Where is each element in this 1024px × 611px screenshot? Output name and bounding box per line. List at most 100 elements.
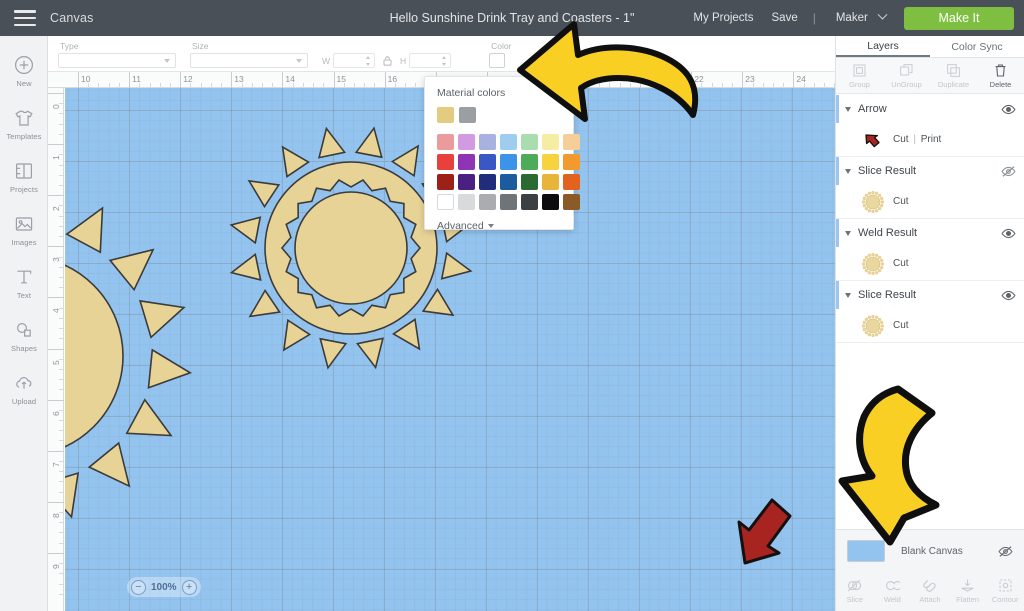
slice-button[interactable]: Slice xyxy=(836,572,874,610)
color-swatch[interactable] xyxy=(563,174,580,190)
eye-icon[interactable] xyxy=(1001,103,1016,116)
color-swatch[interactable] xyxy=(500,134,517,150)
sidebar-item-text[interactable]: Text xyxy=(0,258,48,308)
layer-group[interactable]: Slice Result Cut xyxy=(836,157,1024,219)
canvas-color-swatch[interactable] xyxy=(847,540,885,562)
make-it-button[interactable]: Make It xyxy=(904,6,1014,30)
blank-canvas-row[interactable]: Blank Canvas xyxy=(836,530,1024,572)
color-swatch[interactable] xyxy=(479,134,496,150)
ungroup-button[interactable]: UnGroup xyxy=(883,58,930,93)
color-swatch[interactable] xyxy=(458,194,475,210)
color-swatch[interactable] xyxy=(437,134,454,150)
color-swatch[interactable] xyxy=(542,134,559,150)
layer-operation[interactable]: Cut | Print xyxy=(893,134,941,145)
contour-button[interactable]: Contour xyxy=(986,572,1024,610)
color-swatch[interactable] xyxy=(500,154,517,170)
tab-layers[interactable]: Layers xyxy=(836,36,930,57)
ruler-subtick xyxy=(752,83,754,87)
color-swatch[interactable] xyxy=(563,194,580,210)
size-select[interactable] xyxy=(190,53,308,68)
color-swatch[interactable] xyxy=(521,194,538,210)
caret-down-icon[interactable] xyxy=(845,292,851,298)
color-swatch[interactable] xyxy=(521,134,538,150)
layer-row[interactable]: Cut xyxy=(836,247,1024,280)
layer-header[interactable]: Arrow xyxy=(836,95,1024,123)
layer-group[interactable]: Arrow Cut | Print xyxy=(836,95,1024,157)
layer-header[interactable]: Weld Result xyxy=(836,219,1024,247)
eye-off-icon[interactable] xyxy=(1001,165,1016,178)
color-swatch[interactable] xyxy=(437,194,454,210)
color-swatch-button[interactable] xyxy=(489,53,506,68)
color-swatch[interactable] xyxy=(479,174,496,190)
caret-down-icon[interactable] xyxy=(845,230,851,236)
weld-button[interactable]: Weld xyxy=(874,572,912,610)
height-input[interactable] xyxy=(409,53,452,68)
color-swatch[interactable] xyxy=(500,174,517,190)
eye-off-icon[interactable] xyxy=(998,545,1013,558)
color-swatch[interactable] xyxy=(521,174,538,190)
color-swatch[interactable] xyxy=(458,134,475,150)
layer-group[interactable]: Weld Result Cut xyxy=(836,219,1024,281)
sidebar-item-templates[interactable]: Templates xyxy=(0,99,48,149)
sidebar-item-images[interactable]: Images xyxy=(0,205,48,255)
color-swatch[interactable] xyxy=(563,154,580,170)
zoom-out-button[interactable]: − xyxy=(131,579,146,595)
sidebar-item-projects[interactable]: Projects xyxy=(0,152,48,202)
zoom-in-button[interactable]: + xyxy=(181,579,197,595)
advanced-toggle[interactable]: Advanced xyxy=(437,220,561,232)
height-stepper[interactable] xyxy=(442,56,447,66)
delete-button[interactable]: Delete xyxy=(977,58,1024,93)
eye-icon[interactable] xyxy=(1001,227,1016,240)
type-select[interactable] xyxy=(58,53,176,68)
my-projects-link[interactable]: My Projects xyxy=(684,12,762,24)
color-swatch[interactable] xyxy=(542,194,559,210)
color-swatch[interactable] xyxy=(479,194,496,210)
group-button[interactable]: Group xyxy=(836,58,883,93)
color-swatch[interactable] xyxy=(563,134,580,150)
ruler-subtick xyxy=(59,593,63,595)
recent-swatch-tan[interactable] xyxy=(437,107,454,123)
layer-header[interactable]: Slice Result xyxy=(836,157,1024,185)
layers-list[interactable]: Arrow Cut | Print Slice Result Cut Weld Resu… xyxy=(836,95,1024,529)
duplicate-button[interactable]: Duplicate xyxy=(930,58,977,93)
color-swatch[interactable] xyxy=(437,174,454,190)
sidebar-item-shapes[interactable]: Shapes xyxy=(0,311,48,361)
caret-down-icon[interactable] xyxy=(845,106,851,112)
image-icon xyxy=(13,213,35,235)
flatten-button[interactable]: Flatten xyxy=(949,572,987,610)
color-swatch[interactable] xyxy=(542,174,559,190)
color-swatch[interactable] xyxy=(458,154,475,170)
width-stepper[interactable] xyxy=(366,56,371,66)
hamburger-icon[interactable] xyxy=(14,10,36,26)
ruler-tick xyxy=(589,72,590,88)
lock-aspect-ratio-button[interactable] xyxy=(382,55,393,67)
layer-operation[interactable]: Cut xyxy=(893,196,909,207)
ruler-subtick xyxy=(241,83,243,87)
save-button[interactable]: Save xyxy=(763,12,807,24)
layer-operation[interactable]: Cut xyxy=(893,258,909,269)
layer-operation[interactable]: Cut xyxy=(893,320,909,331)
color-swatch[interactable] xyxy=(521,154,538,170)
ruler-subtick xyxy=(210,83,212,87)
sidebar-item-new[interactable]: New xyxy=(0,46,48,96)
color-swatch[interactable] xyxy=(437,154,454,170)
ruler-subtick xyxy=(59,460,63,462)
eye-icon[interactable] xyxy=(1001,289,1016,302)
recent-swatch-gray[interactable] xyxy=(459,107,476,123)
color-swatch[interactable] xyxy=(500,194,517,210)
caret-down-icon[interactable] xyxy=(845,168,851,174)
layer-group[interactable]: Slice Result Cut xyxy=(836,281,1024,343)
color-swatch[interactable] xyxy=(542,154,559,170)
layer-row[interactable]: Cut xyxy=(836,309,1024,342)
layer-row[interactable]: Cut | Print xyxy=(836,123,1024,156)
layer-header[interactable]: Slice Result xyxy=(836,281,1024,309)
color-swatch[interactable] xyxy=(479,154,496,170)
ruler-subtick xyxy=(323,83,325,87)
sidebar-item-upload[interactable]: Upload xyxy=(0,364,48,414)
layer-row[interactable]: Cut xyxy=(836,185,1024,218)
width-input[interactable] xyxy=(333,53,376,68)
machine-selector[interactable]: Maker xyxy=(822,9,890,24)
attach-button[interactable]: Attach xyxy=(911,572,949,610)
tab-color-sync[interactable]: Color Sync xyxy=(930,36,1024,57)
color-swatch[interactable] xyxy=(458,174,475,190)
